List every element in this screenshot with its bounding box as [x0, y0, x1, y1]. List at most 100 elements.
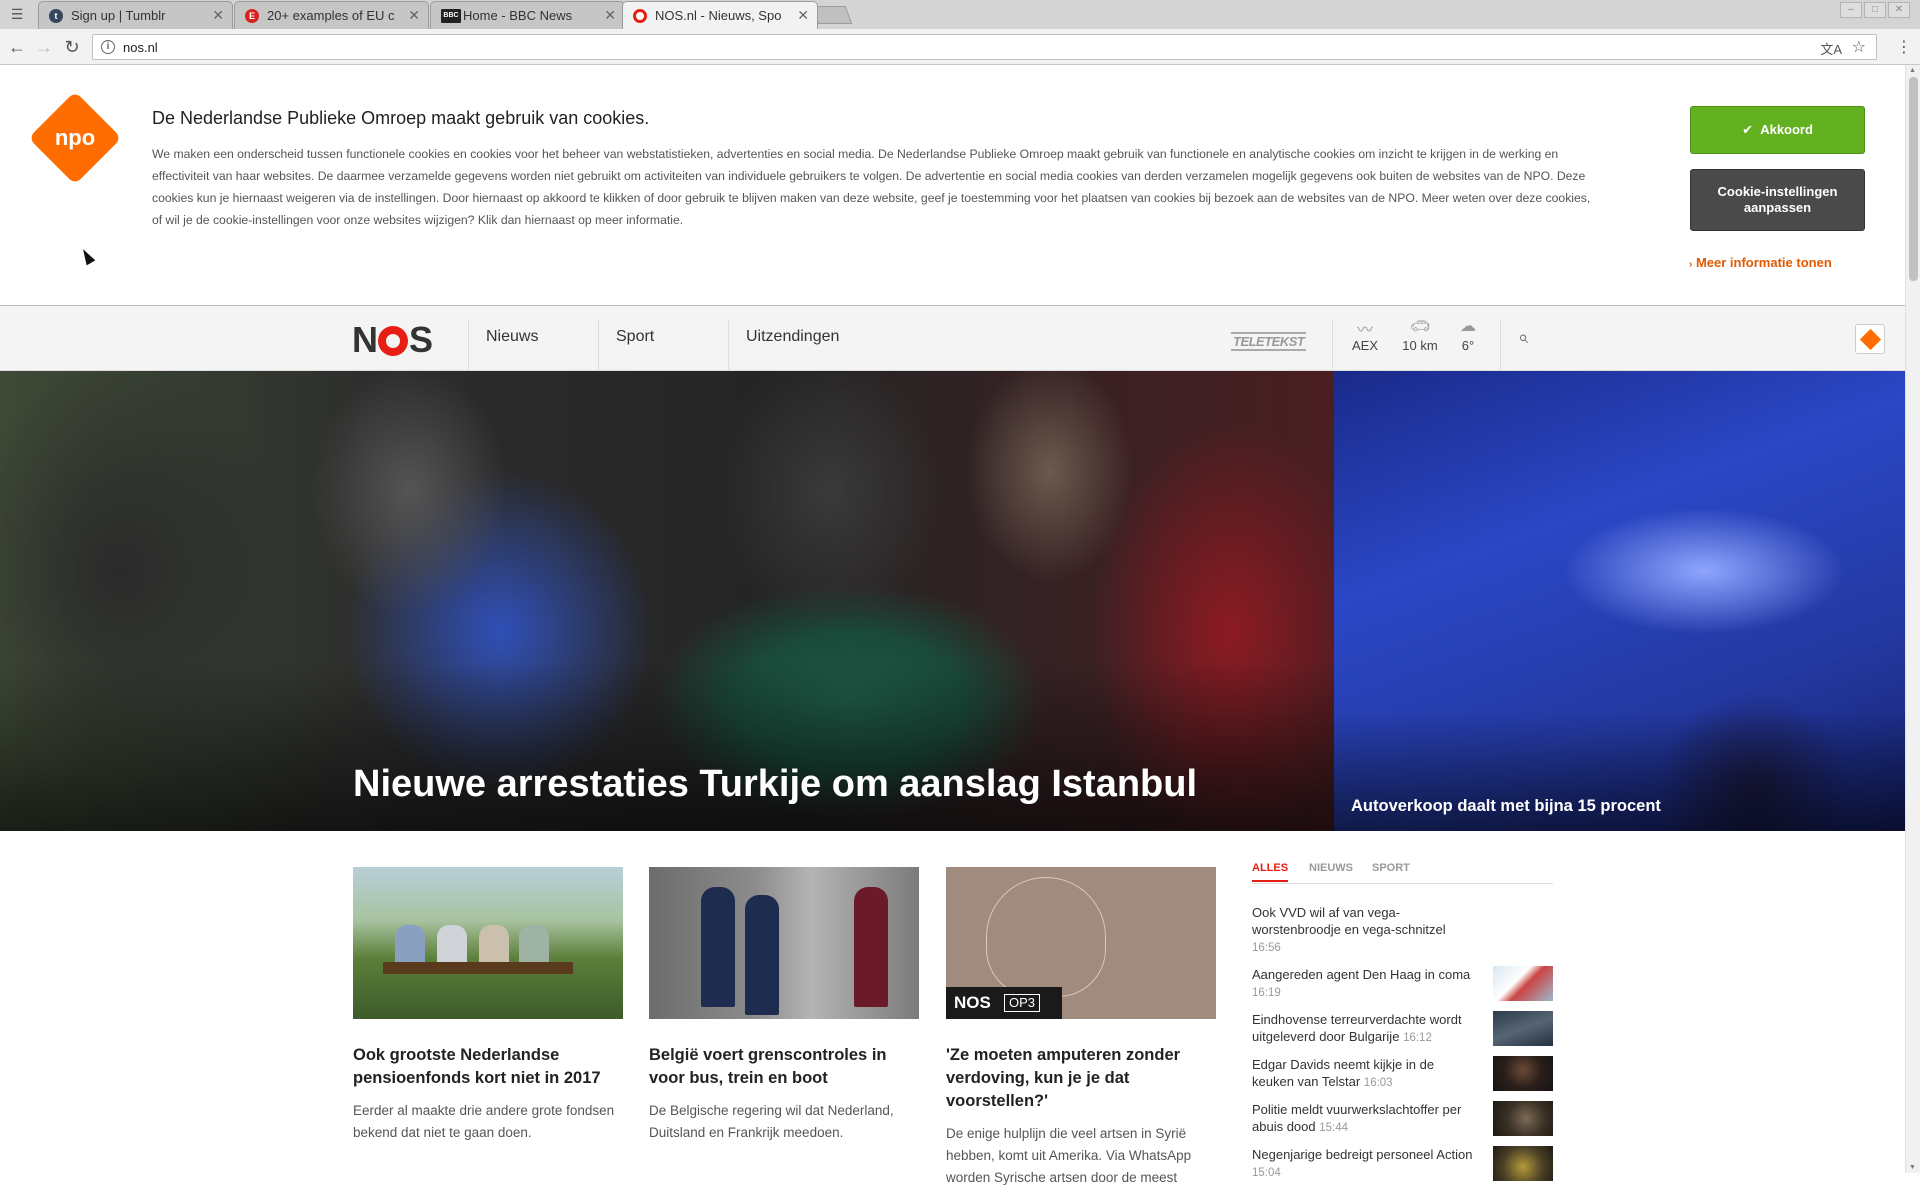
latest-item-title[interactable]: Politie meldt vuurwerkslachtoffer per ab… [1252, 1102, 1461, 1134]
address-bar[interactable]: i nos.nl 文A ☆ [92, 34, 1877, 60]
article-card[interactable]: Ook grootste Nederlandse pensioenfonds k… [353, 867, 623, 1144]
tab-bbc-news[interactable]: BBC Home - BBC News ✕ [430, 1, 625, 29]
latest-news-item[interactable]: Edgar Davids neemt kijkje in de keuken v… [1252, 1056, 1553, 1092]
latest-news-item[interactable]: Eindhovense terreurverdachte wordt uitge… [1252, 1011, 1553, 1047]
npo-menu-button[interactable] [1855, 324, 1885, 354]
latest-news-item[interactable]: Negenjarige bedreigt personeel Action 15… [1252, 1146, 1553, 1182]
npo-diamond-icon [1859, 328, 1882, 351]
latest-item-time: 15:04 [1252, 1167, 1281, 1179]
teletekst-link[interactable]: TELETEKST [1231, 332, 1307, 351]
search-icon[interactable]: ⌕ [1518, 327, 1528, 348]
maximize-window-button[interactable]: □ [1864, 2, 1886, 18]
article-title[interactable]: Ook grootste Nederlandse pensioenfonds k… [353, 1044, 623, 1090]
scrollbar-thumb[interactable] [1909, 77, 1918, 281]
cookie-settings-button[interactable]: Cookie-instellingen aanpassen [1690, 169, 1865, 231]
article-card[interactable]: België voert grenscontroles in voor bus,… [649, 867, 919, 1144]
tab-close-icon[interactable]: ✕ [797, 7, 809, 24]
browser-menu-icon[interactable]: ⋮ [1896, 37, 1912, 57]
scroll-up-arrow-icon[interactable]: ▲ [1909, 67, 1916, 74]
translate-icon[interactable]: 文A [1820, 39, 1842, 58]
nav-item-nieuws[interactable]: Nieuws [486, 328, 538, 346]
back-arrow-icon[interactable]: ← [6, 36, 28, 58]
tab-nieuws[interactable]: NIEUWS [1309, 862, 1353, 880]
site-info-icon[interactable]: i [101, 40, 115, 54]
bbc-favicon-icon: BBC [441, 9, 461, 23]
tab-sport[interactable]: SPORT [1372, 862, 1410, 880]
article-title[interactable]: België voert grenscontroles in voor bus,… [649, 1044, 919, 1090]
nav-item-sport[interactable]: Sport [616, 328, 654, 346]
eu-favicon-icon: E [245, 9, 259, 23]
nav-item-uitzendingen[interactable]: Uitzendingen [746, 328, 839, 346]
aex-widget[interactable]: 〰 AEX [1345, 316, 1385, 353]
latest-item-thumbnail[interactable] [1493, 1011, 1553, 1046]
checkmark-icon: ✔ [1742, 122, 1753, 137]
tab-close-icon[interactable]: ✕ [604, 7, 616, 24]
latest-item-title[interactable]: Aangereden agent Den Haag in coma [1252, 967, 1470, 982]
tab-tumblr[interactable]: t Sign up | Tumblr ✕ [38, 1, 233, 29]
accept-cookies-button[interactable]: ✔ Akkoord [1690, 106, 1865, 154]
car-icon: 🚗︎ [1409, 318, 1431, 335]
close-window-button[interactable]: ✕ [1888, 2, 1910, 18]
article-thumbnail[interactable] [649, 867, 919, 1019]
article-card[interactable]: NOS OP3 'Ze moeten amputeren zonder verd… [946, 867, 1216, 1189]
latest-item-thumbnail[interactable] [1493, 1101, 1553, 1136]
weather-widget[interactable]: ☁ 6° [1448, 316, 1488, 353]
latest-news-item[interactable]: Aangereden agent Den Haag in coma 16:19 [1252, 966, 1553, 1002]
cookie-consent-banner: npo De Nederlandse Publieke Omroep maakt… [0, 65, 1905, 306]
minimize-window-button[interactable]: – [1840, 2, 1862, 18]
logo-o-icon [378, 326, 408, 356]
chevron-right-icon: › [1689, 259, 1693, 270]
url-text[interactable]: nos.nl [123, 40, 158, 55]
traffic-value: 10 km [1402, 338, 1438, 353]
tab-nos[interactable]: NOS.nl - Nieuws, Spo ✕ [622, 1, 818, 29]
weather-cloud-icon: ☁ [1460, 318, 1476, 335]
npo-logo: npo [28, 91, 122, 185]
latest-news-item[interactable]: Ook VVD wil af van vega-worstenbroodje e… [1252, 904, 1482, 957]
hero-side-image[interactable]: Autoverkoop daalt met bijna 15 procent [1334, 371, 1905, 831]
article-title[interactable]: 'Ze moeten amputeren zonder verdoving, k… [946, 1044, 1216, 1113]
tab-eu-examples[interactable]: E 20+ examples of EU c ✕ [234, 1, 429, 29]
scroll-down-arrow-icon[interactable]: ▼ [1909, 1164, 1916, 1171]
nos-favicon-icon [633, 9, 647, 23]
aex-label: AEX [1351, 338, 1378, 353]
article-summary: Eerder al maakte drie andere grote fonds… [353, 1103, 615, 1140]
bench-shape [383, 962, 573, 974]
nos-logo[interactable]: NS [352, 319, 433, 361]
hero-main-title[interactable]: Nieuwe arrestaties Turkije om aanslag Is… [353, 763, 1197, 806]
person-shape [437, 925, 467, 967]
tab-close-icon[interactable]: ✕ [212, 7, 224, 24]
latest-item-title[interactable]: Edgar Davids neemt kijkje in de keuken v… [1252, 1057, 1434, 1089]
page-scrollbar[interactable]: ▲ ▼ [1905, 65, 1920, 1173]
cookie-settings-label-line2: aanpassen [1743, 200, 1812, 215]
tab-alles[interactable]: ALLES [1252, 862, 1289, 882]
hero-main-image[interactable]: Nieuwe arrestaties Turkije om aanslag Is… [0, 371, 1334, 831]
guard-shape [854, 887, 888, 1007]
latest-item-time: 16:56 [1252, 942, 1281, 954]
tab-close-icon[interactable]: ✕ [408, 7, 420, 24]
bookmark-star-icon[interactable]: ☆ [1852, 37, 1866, 57]
sketch-illustration [986, 877, 1106, 997]
forward-arrow-icon[interactable]: → [33, 36, 55, 58]
police-officer-shape [745, 895, 779, 1015]
latest-item-time: 16:03 [1363, 1077, 1393, 1089]
latest-item-title[interactable]: Ook VVD wil af van vega-worstenbroodje e… [1252, 905, 1446, 937]
more-info-label: Meer informatie tonen [1695, 255, 1832, 270]
article-thumbnail[interactable]: NOS OP3 [946, 867, 1216, 1019]
traffic-widget[interactable]: 🚗︎ 10 km [1399, 316, 1441, 353]
article-thumbnail[interactable] [353, 867, 623, 1019]
badge-nos-text: NOS [954, 993, 991, 1012]
reload-icon[interactable]: ↻ [61, 36, 83, 58]
badge-op3-text: OP3 [1004, 994, 1041, 1012]
incognito-menu-icon[interactable]: ☰ [4, 3, 30, 25]
browser-toolbar: ← → ↻ i nos.nl 文A ☆ ⋮ [0, 29, 1920, 65]
more-info-link[interactable]: › Meer informatie tonen [1689, 255, 1832, 270]
tab-title: 20+ examples of EU c [267, 8, 395, 23]
latest-item-thumbnail[interactable] [1493, 1146, 1553, 1181]
latest-item-thumbnail[interactable] [1493, 1056, 1553, 1091]
latest-news-item[interactable]: Politie meldt vuurwerkslachtoffer per ab… [1252, 1101, 1553, 1137]
hero-side-title[interactable]: Autoverkoop daalt met bijna 15 procent [1351, 797, 1661, 816]
article-summary: De enige hulplijn die veel artsen in Syr… [946, 1126, 1192, 1185]
latest-item-thumbnail[interactable] [1493, 966, 1553, 1001]
latest-item-title[interactable]: Negenjarige bedreigt personeel Action [1252, 1147, 1472, 1162]
person-shape [519, 925, 549, 967]
